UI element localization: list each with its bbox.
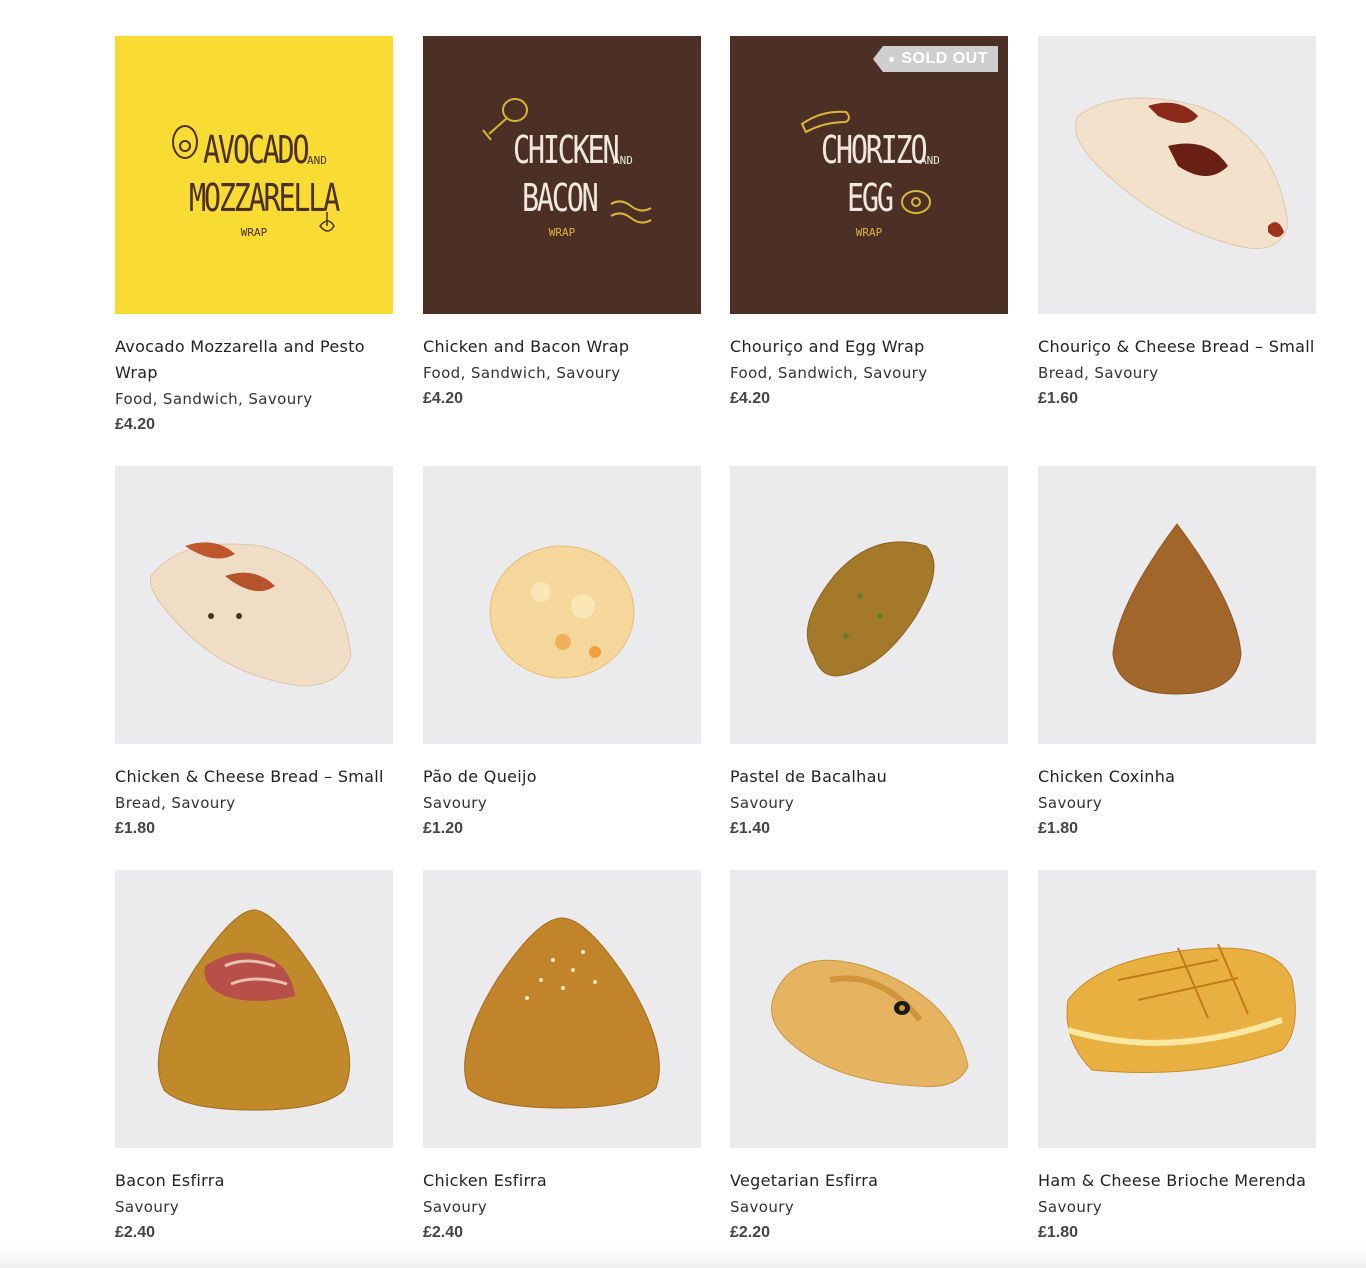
- art-and: AND: [307, 154, 327, 167]
- product-image[interactable]: [730, 870, 1008, 1148]
- product-card[interactable]: Pão de Queijo Savoury £1.20: [423, 466, 701, 842]
- wrap-artwork: CHORIZO AND EGG WRAP: [730, 36, 1008, 314]
- product-title[interactable]: Chicken and Bacon Wrap: [423, 334, 701, 360]
- art-line-1: CHICKEN: [513, 128, 620, 172]
- product-card[interactable]: CHICKEN AND BACON WRAP Chicken and Bacon…: [423, 36, 701, 412]
- product-image[interactable]: [115, 466, 393, 744]
- art-line-2: EGG: [847, 176, 894, 220]
- badge-label: SOLD OUT: [901, 50, 988, 67]
- art-line-1: AVOCADO: [203, 128, 310, 172]
- product-title[interactable]: Chouriço & Cheese Bread – Small: [1038, 334, 1316, 360]
- product-image[interactable]: CHICKEN AND BACON WRAP: [423, 36, 701, 314]
- drumstick-icon: [482, 98, 652, 224]
- wrap-artwork: CHICKEN AND BACON WRAP: [423, 36, 701, 314]
- wrap-artwork: AVOCADO AND MOZZARELLA WRAP: [115, 36, 393, 314]
- product-categories: Food, Sandwich, Savoury: [423, 364, 621, 382]
- product-price: £1.80: [1038, 820, 1079, 837]
- product-categories: Savoury: [115, 1198, 180, 1216]
- product-categories: Savoury: [1038, 794, 1103, 812]
- product-categories: Savoury: [730, 794, 795, 812]
- product-categories: Food, Sandwich, Savoury: [730, 364, 928, 382]
- product-image[interactable]: [730, 466, 1008, 744]
- product-image[interactable]: [1038, 870, 1316, 1148]
- product-title[interactable]: Avocado Mozzarella and Pesto Wrap: [115, 334, 393, 386]
- cod-pastry-photo: [806, 541, 935, 677]
- product-image[interactable]: [1038, 36, 1316, 314]
- product-card[interactable]: Chicken Esfirra Savoury £2.40: [423, 870, 701, 1246]
- art-wrap: WRAP: [240, 226, 268, 239]
- product-card[interactable]: CHORIZO AND EGG WRAP SOLD OUT Chouriço a…: [730, 36, 1008, 412]
- product-price: £2.40: [423, 1224, 464, 1241]
- product-title[interactable]: Chicken & Cheese Bread – Small: [115, 764, 393, 790]
- product-price: £1.80: [1038, 1224, 1079, 1241]
- product-image[interactable]: AVOCADO AND MOZZARELLA WRAP: [115, 36, 393, 314]
- product-title[interactable]: Vegetarian Esfirra: [730, 1168, 1008, 1194]
- product-title[interactable]: Chicken Coxinha: [1038, 764, 1316, 790]
- product-categories: Savoury: [730, 1198, 795, 1216]
- product-price: £4.20: [423, 390, 464, 407]
- chicken-esfirra-photo: [464, 917, 660, 1109]
- sold-out-badge: SOLD OUT: [873, 46, 998, 72]
- product-image[interactable]: [423, 466, 701, 744]
- product-price: £1.80: [115, 820, 156, 837]
- art-wrap: WRAP: [855, 226, 883, 239]
- product-categories: Savoury: [423, 1198, 488, 1216]
- product-card[interactable]: Chicken & Cheese Bread – Small Bread, Sa…: [115, 466, 393, 842]
- product-card[interactable]: AVOCADO AND MOZZARELLA WRAP Avocado Mozz…: [115, 36, 393, 438]
- product-image[interactable]: [423, 870, 701, 1148]
- product-price: £2.20: [730, 1224, 771, 1241]
- product-title[interactable]: Pastel de Bacalhau: [730, 764, 1008, 790]
- bacon-esfirra-photo: [157, 909, 351, 1111]
- dot-icon: [889, 57, 895, 62]
- art-line-1: CHORIZO: [821, 128, 928, 172]
- art-and: AND: [920, 154, 940, 167]
- product-categories: Savoury: [423, 794, 488, 812]
- vegetarian-esfirra-photo: [771, 959, 969, 1088]
- brioche-merenda-photo: [1066, 943, 1296, 1073]
- product-image[interactable]: [115, 870, 393, 1148]
- product-image[interactable]: CHORIZO AND EGG WRAP SOLD OUT: [730, 36, 1008, 314]
- art-wrap: WRAP: [548, 226, 576, 239]
- avocado-icon: [172, 125, 335, 232]
- product-price: £2.40: [115, 1224, 156, 1241]
- product-price: £1.20: [423, 820, 464, 837]
- cheese-bread-photo: [489, 545, 635, 679]
- product-card[interactable]: Pastel de Bacalhau Savoury £1.40: [730, 466, 1008, 842]
- product-title[interactable]: Ham & Cheese Brioche Merenda: [1038, 1168, 1316, 1194]
- product-title[interactable]: Chouriço and Egg Wrap: [730, 334, 1008, 360]
- product-price: £1.40: [730, 820, 771, 837]
- product-card[interactable]: Chouriço & Cheese Bread – Small Bread, S…: [1038, 36, 1316, 412]
- product-categories: Bread, Savoury: [115, 794, 236, 812]
- product-categories: Savoury: [1038, 1198, 1103, 1216]
- chicken-bread-photo: [149, 542, 352, 687]
- product-card[interactable]: Vegetarian Esfirra Savoury £2.20: [730, 870, 1008, 1246]
- product-price: £4.20: [730, 390, 771, 407]
- product-price: £1.60: [1038, 390, 1079, 407]
- bottom-fade: [0, 1244, 1366, 1268]
- product-price: £4.20: [115, 416, 156, 433]
- chorizo-bread-photo: [1075, 97, 1289, 249]
- product-card[interactable]: Bacon Esfirra Savoury £2.40: [115, 870, 393, 1246]
- product-categories: Bread, Savoury: [1038, 364, 1159, 382]
- product-title[interactable]: Pão de Queijo: [423, 764, 701, 790]
- product-card[interactable]: Chicken Coxinha Savoury £1.80: [1038, 466, 1316, 842]
- art-line-2: MOZZARELLA: [189, 176, 340, 220]
- art-and: AND: [613, 154, 633, 167]
- product-title[interactable]: Bacon Esfirra: [115, 1168, 393, 1194]
- coxinha-photo: [1112, 523, 1242, 695]
- product-title[interactable]: Chicken Esfirra: [423, 1168, 701, 1194]
- product-categories: Food, Sandwich, Savoury: [115, 390, 313, 408]
- product-card[interactable]: Ham & Cheese Brioche Merenda Savoury £1.…: [1038, 870, 1316, 1246]
- sausage-icon: [800, 110, 931, 214]
- art-line-2: BACON: [522, 176, 599, 220]
- product-image[interactable]: [1038, 466, 1316, 744]
